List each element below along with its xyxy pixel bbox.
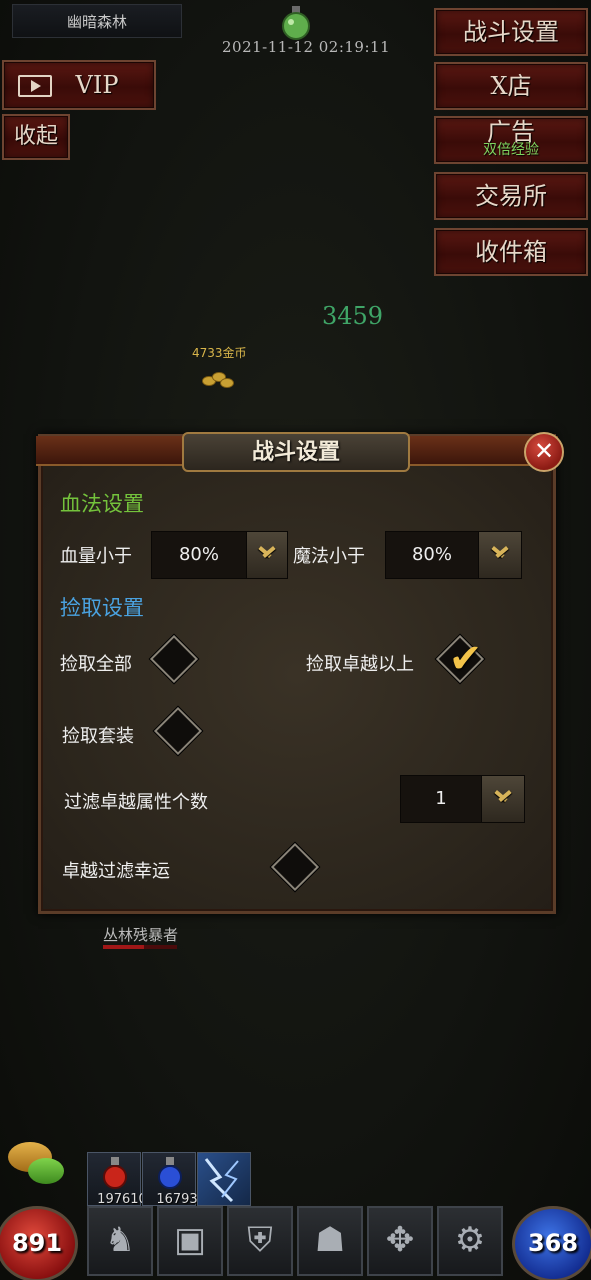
skills-icon: ☗	[314, 1220, 346, 1260]
character-button[interactable]: ♞	[87, 1206, 153, 1276]
skills-button[interactable]: ☗	[297, 1206, 363, 1276]
mp-orb: 368	[512, 1206, 591, 1280]
monster-hp-bar	[103, 945, 177, 949]
mp-threshold-label: 魔法小于	[293, 546, 365, 567]
hp-threshold-select[interactable]: 80%	[151, 531, 247, 579]
quick-slot-blue-potion[interactable]: 16793	[142, 1152, 198, 1207]
filter-count-label: 过滤卓越属性个数	[64, 792, 208, 813]
exchange-button[interactable]: 交易所	[434, 172, 588, 220]
settings-button[interactable]: ⚙	[437, 1206, 503, 1276]
pick-excellent-label: 捡取卓越以上	[306, 654, 414, 675]
close-button[interactable]: ✕	[524, 432, 564, 472]
collapse-button[interactable]: 收起	[2, 114, 70, 160]
vip-label: VIP	[75, 71, 119, 99]
character-icon: ♞	[104, 1220, 136, 1260]
video-icon	[18, 75, 52, 97]
server-time: 2021-11-12 02:19:11	[222, 38, 391, 56]
hp-orb: 891	[0, 1206, 78, 1280]
mp-threshold-dropdown[interactable]	[478, 531, 522, 579]
lightning-icon	[204, 1158, 239, 1203]
inbox-button[interactable]: 收件箱	[434, 228, 588, 276]
quick-slot-lightning-skill[interactable]	[197, 1152, 251, 1206]
pickup-section-title: 捡取设置	[60, 596, 144, 620]
filter-count-select[interactable]: 1	[400, 775, 482, 823]
green-potion-icon	[276, 2, 316, 40]
filter-count-dropdown[interactable]	[481, 775, 525, 823]
wings-button[interactable]: ✥	[367, 1206, 433, 1276]
damage-number: 3459	[322, 302, 384, 330]
red-potion-icon	[103, 1157, 127, 1189]
vip-button[interactable]: VIP	[2, 60, 156, 110]
guild-icon: ⛨	[247, 1220, 273, 1260]
chevron-down-icon	[492, 784, 514, 806]
filter-luck-label: 卓越过滤幸运	[62, 861, 170, 882]
bag-button[interactable]: ▣	[157, 1206, 223, 1276]
mp-value: 368	[527, 1229, 579, 1257]
quick-slot-red-potion[interactable]: 197610	[87, 1152, 147, 1207]
ad-button[interactable]: 广告 双倍经验	[434, 116, 588, 164]
location-label: 幽暗森林	[12, 4, 182, 38]
mp-threshold-select[interactable]: 80%	[385, 531, 479, 579]
hp-threshold-dropdown[interactable]	[246, 531, 288, 579]
wings-icon: ✥	[385, 1220, 415, 1260]
gold-coins-icon[interactable]	[202, 368, 236, 390]
ad-sub-label: 双倍经验	[483, 142, 539, 158]
monster-hp-fill	[103, 945, 144, 949]
blood-section-title: 血法设置	[60, 492, 144, 516]
checkmark-icon: ✔	[448, 635, 483, 682]
chevron-down-icon	[256, 540, 278, 562]
pick-all-label: 捡取全部	[60, 654, 132, 675]
monster-name: 丛林残暴者	[103, 926, 179, 944]
blue-potion-icon	[158, 1157, 182, 1189]
hp-value: 891	[11, 1229, 63, 1257]
hp-threshold-label: 血量小于	[60, 546, 132, 567]
dialog-title: 战斗设置	[182, 432, 410, 472]
x-shop-button[interactable]: X店	[434, 62, 588, 110]
chat-icon[interactable]	[8, 1142, 68, 1188]
chevron-down-icon	[489, 540, 511, 562]
guild-button[interactable]: ⛨	[227, 1206, 293, 1276]
bag-icon: ▣	[173, 1220, 207, 1260]
settings-icon: ⚙	[454, 1220, 486, 1260]
chat-bubble-green	[28, 1158, 64, 1184]
battle-settings-button[interactable]: 战斗设置	[434, 8, 588, 56]
gold-drop-label: 4733金币	[192, 346, 247, 360]
pick-set-label: 捡取套装	[62, 726, 134, 747]
